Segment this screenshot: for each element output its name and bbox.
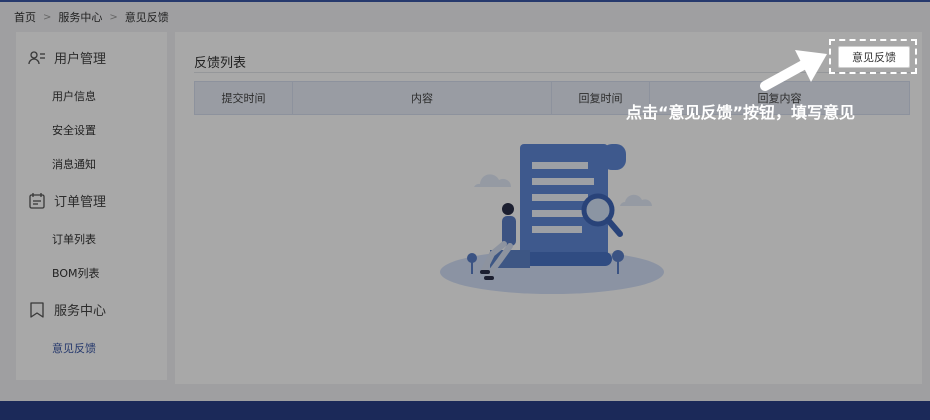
sidebar-item-feedback[interactable]: 意见反馈 xyxy=(52,340,96,356)
sidebar-item-security-settings[interactable]: 安全设置 xyxy=(52,122,96,138)
breadcrumb-service-center[interactable]: 服务中心 xyxy=(58,9,102,25)
feedback-button[interactable]: 意见反馈 xyxy=(838,46,910,68)
sidebar-group-label: 用户管理 xyxy=(54,52,107,67)
column-header-content: 内容 xyxy=(293,82,552,114)
column-header-submit-time: 提交时间 xyxy=(195,82,293,114)
sidebar-group-label: 订单管理 xyxy=(54,195,107,210)
page-title: 反馈列表 xyxy=(194,56,247,71)
breadcrumb-separator-icon: > xyxy=(109,11,118,23)
breadcrumb-home[interactable]: 首页 xyxy=(14,9,36,25)
sidebar-group-service-center[interactable]: 服务中心 xyxy=(28,300,106,319)
sidebar-item-user-info[interactable]: 用户信息 xyxy=(52,88,96,104)
bookmark-icon xyxy=(28,301,46,319)
sidebar-item-order-list[interactable]: 订单列表 xyxy=(52,231,96,247)
user-list-icon xyxy=(28,49,46,67)
top-accent-line xyxy=(0,0,930,2)
breadcrumb: 首页 > 服务中心 > 意见反馈 xyxy=(14,9,169,25)
breadcrumb-current: 意见反馈 xyxy=(124,11,169,24)
sidebar-group-order-management[interactable]: 订单管理 xyxy=(28,191,106,210)
instruction-text: 点击“意见反馈”按钮，填写意见 xyxy=(626,103,856,122)
order-calendar-icon xyxy=(28,192,46,210)
sidebar-item-notifications[interactable]: 消息通知 xyxy=(52,156,96,172)
footer-bar xyxy=(0,401,930,420)
sidebar-group-user-management[interactable]: 用户管理 xyxy=(28,48,106,67)
breadcrumb-separator-icon: > xyxy=(43,11,52,23)
sidebar-group-label: 服务中心 xyxy=(54,304,107,319)
pointer-arrow-icon xyxy=(755,48,835,102)
sidebar-item-bom-list[interactable]: BOM列表 xyxy=(52,265,100,281)
empty-state-illustration xyxy=(420,140,670,304)
